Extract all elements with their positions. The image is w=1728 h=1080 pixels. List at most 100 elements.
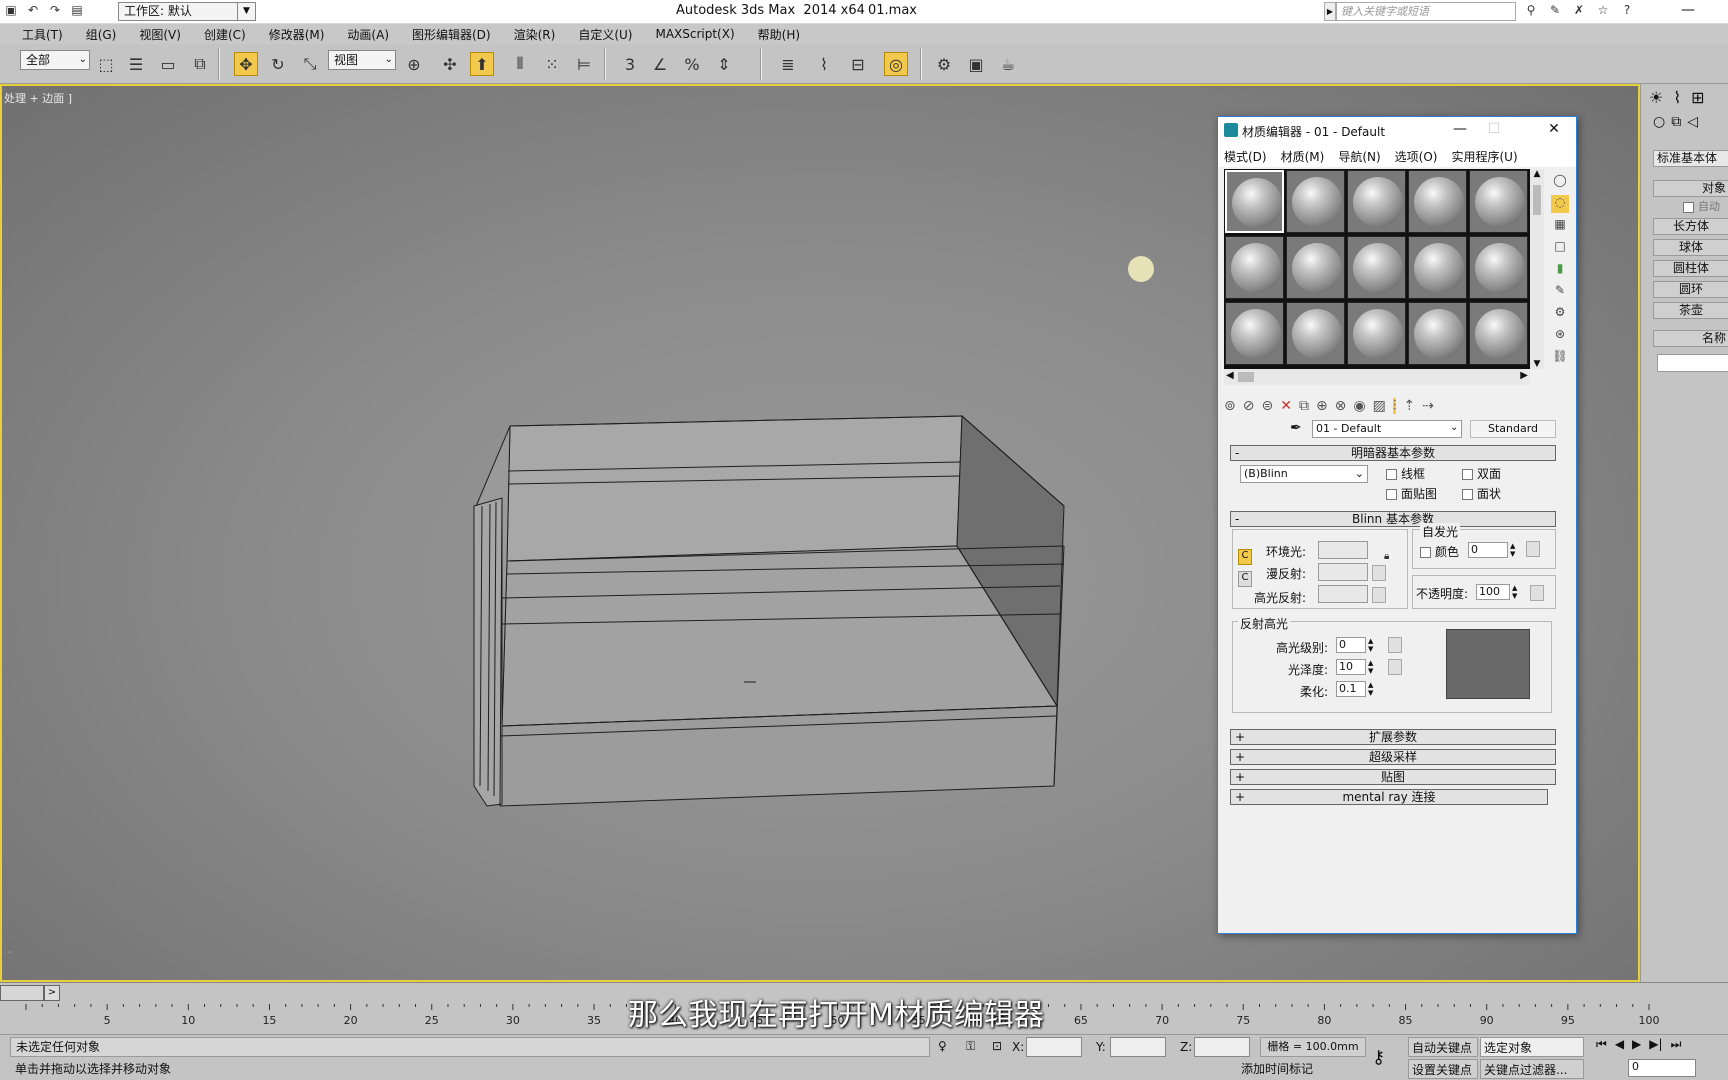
geometry-icon[interactable]: ○ xyxy=(1653,114,1665,130)
faceted-checkbox[interactable]: 面状 xyxy=(1462,485,1501,502)
spinner-arrows-icon[interactable]: ▲ ▼ xyxy=(1510,542,1515,558)
shapes-icon[interactable]: ⧉ xyxy=(1671,114,1681,130)
two-sided-checkbox[interactable]: 双面 xyxy=(1462,465,1501,482)
x-coordinate-input[interactable] xyxy=(1026,1037,1082,1057)
set-key-button[interactable]: 设置关键点 xyxy=(1408,1059,1478,1079)
star-icon[interactable]: ☆ xyxy=(1596,3,1610,17)
shader-basic-params-header[interactable]: - 明暗器基本参数 xyxy=(1230,445,1556,461)
spinner-arrows-icon[interactable]: ▲ ▼ xyxy=(1368,659,1373,675)
lightbulb-icon[interactable]: ♀ xyxy=(938,1039,947,1053)
menu-animation[interactable]: 动画(A) xyxy=(347,26,389,43)
selection-filter-dropdown[interactable]: 全部 ⌄ xyxy=(20,50,90,70)
reference-coordinate-dropdown[interactable]: 视图 ⌄ xyxy=(328,50,396,70)
array-icon[interactable]: ⁙ xyxy=(540,52,564,76)
next-frame-icon[interactable]: > xyxy=(44,985,60,1001)
select-object-icon[interactable]: ⬚ xyxy=(94,52,118,76)
scroll-right-icon[interactable]: ▶ xyxy=(1520,370,1528,381)
go-to-start-icon[interactable]: ⏮ xyxy=(1596,1037,1607,1052)
align-icon[interactable]: ⊨ xyxy=(572,52,596,76)
add-time-tag[interactable]: 添加时间标记 xyxy=(1238,1059,1338,1079)
menu-rendering[interactable]: 渲染(R) xyxy=(514,26,556,43)
menu-group[interactable]: 组(G) xyxy=(86,26,117,43)
lights-icon[interactable]: ◁ xyxy=(1687,114,1698,130)
hscroll-thumb[interactable] xyxy=(1238,372,1254,382)
me-menu-utilities[interactable]: 实用程序(U) xyxy=(1451,148,1517,165)
select-and-move-icon[interactable]: ✥ xyxy=(234,52,258,76)
spec-level-map-button[interactable] xyxy=(1388,637,1402,653)
scroll-thumb[interactable] xyxy=(1533,185,1541,215)
material-sample-slot[interactable] xyxy=(1408,236,1467,299)
window-crossing-icon[interactable]: ⧉ xyxy=(188,52,212,76)
sample-type-icon[interactable]: ◯ xyxy=(1551,173,1569,191)
select-by-material-icon[interactable]: ⊛ xyxy=(1551,327,1569,345)
angle-snap-icon[interactable]: ∠ xyxy=(648,52,672,76)
material-sample-slot[interactable] xyxy=(1225,236,1284,299)
next-frame-button-icon[interactable]: ▶| xyxy=(1649,1037,1662,1052)
sphere-button[interactable]: 球体 xyxy=(1653,239,1728,256)
material-map-navigator-icon[interactable]: ⛓ xyxy=(1551,349,1569,367)
show-map-in-viewport-icon[interactable]: ▨ xyxy=(1373,398,1386,414)
specular-map-button[interactable] xyxy=(1372,587,1386,603)
current-frame-input[interactable]: 0 xyxy=(1628,1059,1696,1077)
z-coordinate-input[interactable] xyxy=(1194,1037,1250,1057)
diffuse-map-button[interactable] xyxy=(1372,565,1386,581)
exchange-icon[interactable]: ✗ xyxy=(1572,3,1586,17)
diffuse-color-swatch[interactable] xyxy=(1318,563,1368,581)
supersampling-header[interactable]: + 超级采样 xyxy=(1230,749,1556,765)
glossiness-map-button[interactable] xyxy=(1388,659,1402,675)
spec-level-spinner[interactable]: 0 xyxy=(1336,637,1366,653)
mental-ray-connection-header[interactable]: + mental ray 连接 xyxy=(1230,789,1548,805)
lock-diffuse-specular-icon[interactable]: C xyxy=(1238,571,1252,587)
menu-tools[interactable]: 工具(T) xyxy=(22,26,63,43)
material-sample-slot[interactable] xyxy=(1286,236,1345,299)
y-coordinate-input[interactable] xyxy=(1110,1037,1166,1057)
scroll-down-icon[interactable]: ▼ xyxy=(1530,359,1544,369)
material-sample-slot[interactable] xyxy=(1286,170,1345,233)
absolute-mode-icon[interactable]: ⊡ xyxy=(992,1039,1002,1053)
specular-color-swatch[interactable] xyxy=(1318,585,1368,603)
selection-lock-icon[interactable]: ⚿ xyxy=(966,1039,975,1054)
auto-key-button[interactable]: 自动关键点 xyxy=(1408,1037,1478,1057)
material-sample-slot[interactable] xyxy=(1408,170,1467,233)
extended-params-header[interactable]: + 扩展参数 xyxy=(1230,729,1556,745)
sample-slots-vscroll[interactable]: ▲ ▼ xyxy=(1530,169,1544,369)
material-name-input[interactable]: 01 - Default xyxy=(1312,420,1462,438)
percent-snap-icon[interactable]: % xyxy=(680,52,704,76)
schematic-view-icon[interactable]: ⊟ xyxy=(846,52,870,76)
material-sample-slot[interactable] xyxy=(1469,302,1528,365)
curve-editor-icon[interactable]: ⌇ xyxy=(812,52,836,76)
minimize-icon[interactable]: — xyxy=(1446,121,1474,137)
face-map-check[interactable] xyxy=(1386,489,1397,500)
key-filters-button[interactable]: 关键点过滤器... xyxy=(1480,1059,1584,1079)
autogrid-checkbox[interactable]: 自动 xyxy=(1683,198,1720,214)
scroll-left-icon[interactable]: ◀ xyxy=(1226,370,1234,381)
go-to-parent-icon[interactable]: ⇡ xyxy=(1403,398,1415,414)
go-to-end-icon[interactable]: ⏭ xyxy=(1671,1037,1682,1052)
maps-header[interactable]: + 贴图 xyxy=(1230,769,1556,785)
assign-to-selection-icon[interactable]: ⊜ xyxy=(1261,398,1273,414)
material-sample-slot[interactable] xyxy=(1347,170,1406,233)
wire-check[interactable] xyxy=(1386,469,1397,480)
previous-frame-icon[interactable]: ◀ xyxy=(1615,1037,1624,1052)
material-id-channel-icon[interactable]: ◉ xyxy=(1353,398,1365,414)
torus-button[interactable]: 圆环 xyxy=(1653,281,1728,298)
minimize-button[interactable]: — xyxy=(1668,2,1708,21)
material-sample-slot[interactable] xyxy=(1469,170,1528,233)
me-menu-material[interactable]: 材质(M) xyxy=(1281,148,1325,165)
close-icon[interactable]: ✕ xyxy=(1540,121,1568,137)
object-name-input[interactable] xyxy=(1657,354,1728,372)
menu-maxscript[interactable]: MAXScript(X) xyxy=(655,27,734,41)
wire-checkbox[interactable]: 线框 xyxy=(1386,465,1425,482)
lock-icon[interactable]: 🔒︎ xyxy=(1384,551,1389,562)
sample-slots-hscroll[interactable]: ◀ ▶ xyxy=(1224,369,1530,385)
save-icon[interactable]: ▣ xyxy=(4,3,18,17)
render-setup-icon[interactable]: ⚙ xyxy=(932,52,956,76)
box-button[interactable]: 长方体 xyxy=(1653,218,1728,235)
select-by-name-icon[interactable]: ☰ xyxy=(124,52,148,76)
put-to-scene-icon[interactable]: ⊘ xyxy=(1243,398,1255,414)
workspace-dropdown[interactable]: 工作区: 默认 ▼ xyxy=(118,2,256,21)
me-menu-navigation[interactable]: 导航(N) xyxy=(1338,148,1380,165)
show-end-result-icon[interactable]: ⫶ xyxy=(1392,398,1397,414)
menu-graph-editors[interactable]: 图形编辑器(D) xyxy=(412,26,491,43)
keyboard-shortcut-override-icon[interactable]: ⬆ xyxy=(470,52,494,76)
